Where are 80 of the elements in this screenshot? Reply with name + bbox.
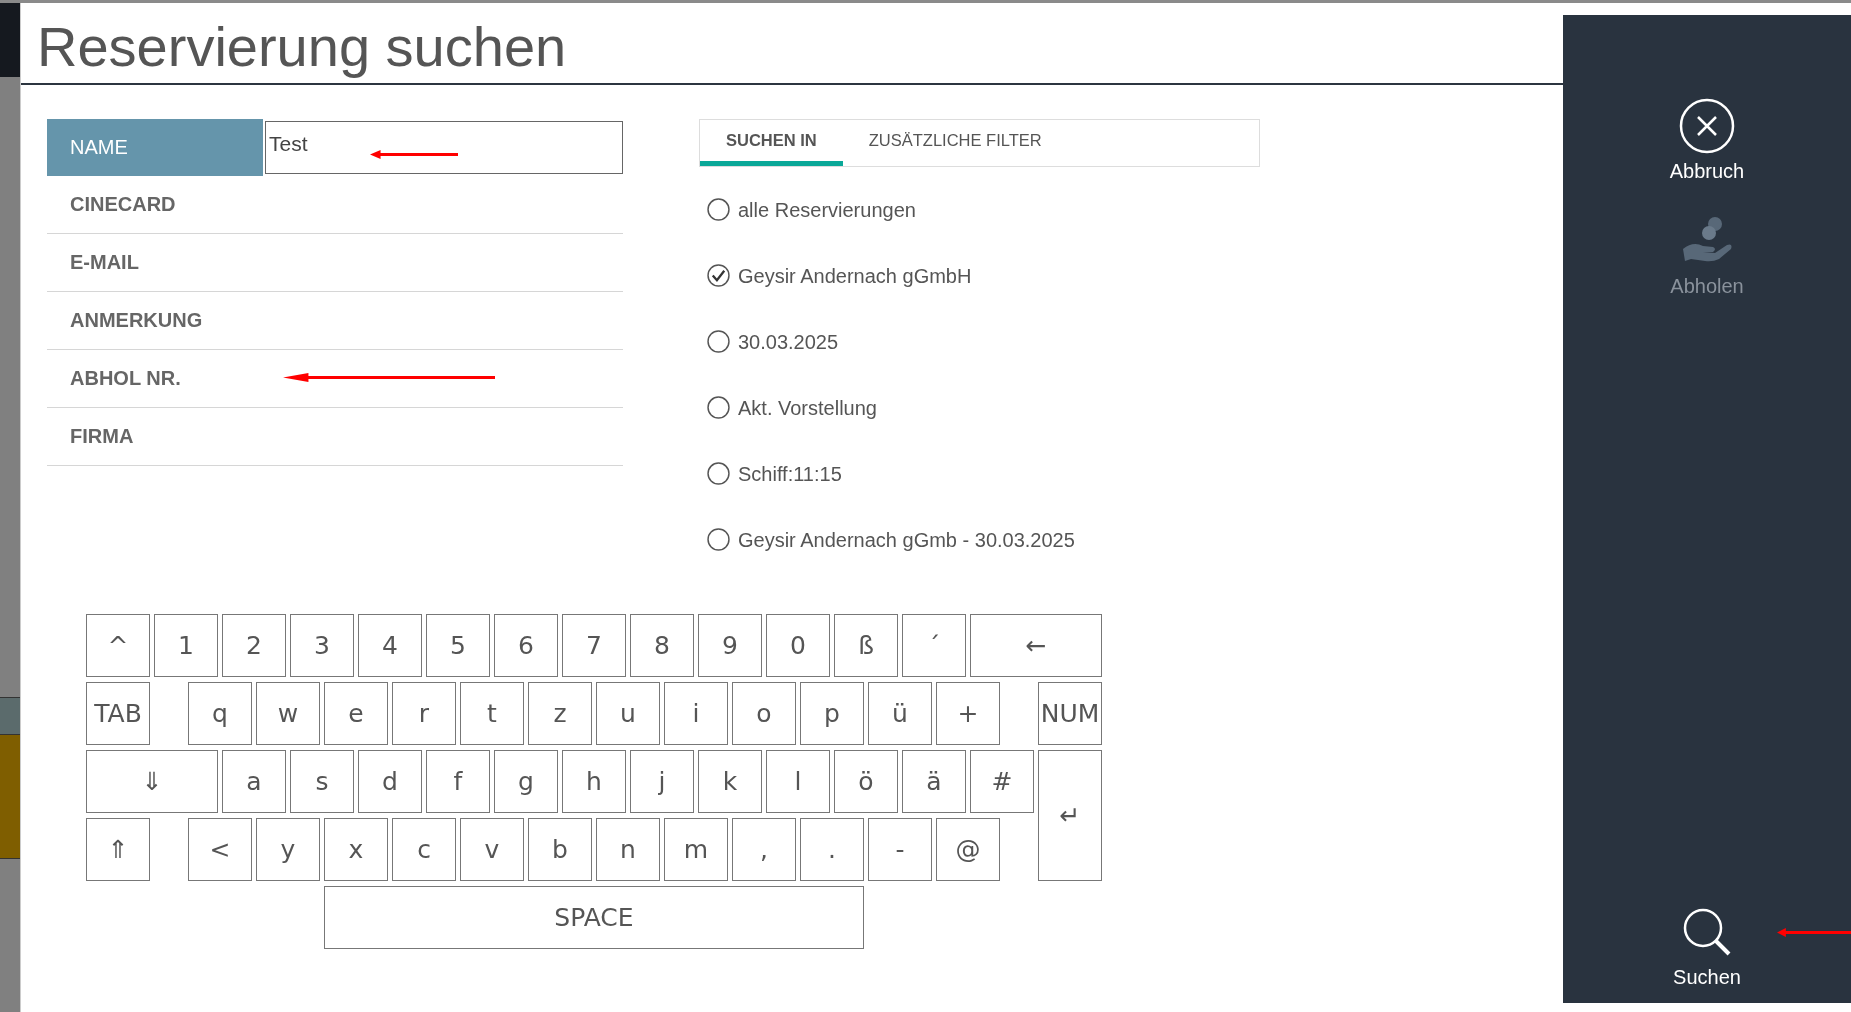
keyboard-key[interactable]: c xyxy=(392,818,456,882)
keyboard-key[interactable]: v xyxy=(460,818,524,882)
field-tab[interactable]: CINECARD xyxy=(47,176,263,234)
option-label: alle Reservierungen xyxy=(738,198,916,221)
field-tab[interactable]: ANMERKUNG xyxy=(47,292,263,350)
radio-icon[interactable] xyxy=(707,528,730,552)
field-tab[interactable]: ABHOL NR. xyxy=(47,350,263,408)
keyboard-key[interactable]: ↵ xyxy=(1038,750,1102,882)
option-label: Geysir Andernach gGmbH xyxy=(738,264,972,287)
keyboard-key[interactable]: z xyxy=(528,682,592,746)
keyboard-key[interactable]: 4 xyxy=(358,614,422,678)
keyboard-key[interactable]: SPACE xyxy=(324,886,864,950)
checked-radio-icon[interactable] xyxy=(707,264,730,288)
keyboard-key[interactable]: TAB xyxy=(86,682,150,746)
keyboard-key[interactable]: h xyxy=(562,750,626,814)
keyboard-key[interactable]: ← xyxy=(970,614,1102,678)
keyboard-key[interactable]: 5 xyxy=(426,614,490,678)
keyboard-key[interactable]: x xyxy=(324,818,388,882)
keyboard-key[interactable]: 1 xyxy=(154,614,218,678)
keyboard-key[interactable]: k xyxy=(698,750,762,814)
keyboard-key[interactable]: j xyxy=(630,750,694,814)
keyboard-key[interactable]: ^ xyxy=(86,614,150,678)
filter-tab[interactable]: ZUSÄTZLICHE FILTER xyxy=(842,120,1068,167)
keyboard-key[interactable]: f xyxy=(426,750,490,814)
dialog-title: Reservierung suchen xyxy=(21,3,1563,86)
keyboard-key[interactable]: 8 xyxy=(630,614,694,678)
keyboard-key[interactable]: ⇑ xyxy=(86,818,150,882)
keyboard-key[interactable]: ä xyxy=(902,750,966,814)
keyboard-key[interactable]: @ xyxy=(936,818,1000,882)
keyboard-key[interactable]: b xyxy=(528,818,592,882)
sidebar-button[interactable]: Suchen xyxy=(1673,904,1741,989)
radio-icon[interactable] xyxy=(707,198,730,222)
keyboard-key[interactable]: 3 xyxy=(290,614,354,678)
name-input-field[interactable]: Test xyxy=(265,121,623,175)
keyboard-key[interactable]: n xyxy=(596,818,660,882)
sidebar-button[interactable]: Abbruch xyxy=(1669,98,1745,183)
keyboard-key[interactable]: u xyxy=(596,682,660,746)
keyboard-key[interactable]: NUM xyxy=(1038,682,1102,746)
keyboard-key[interactable]: l xyxy=(766,750,830,814)
keyboard-key[interactable]: 6 xyxy=(494,614,558,678)
keyboard-key[interactable]: q xyxy=(188,682,252,746)
option-label: 30.03.2025 xyxy=(738,330,839,353)
filter-tab[interactable]: SUCHEN IN xyxy=(700,120,843,167)
keyboard-key[interactable]: , xyxy=(732,818,796,882)
keyboard-key[interactable]: w xyxy=(256,682,320,746)
radio-icon[interactable] xyxy=(707,330,730,354)
keyboard-key[interactable]: ß xyxy=(834,614,898,678)
close-icon xyxy=(1679,98,1735,154)
keyboard-key[interactable]: p xyxy=(800,682,864,746)
keyboard-key[interactable]: # xyxy=(970,750,1034,814)
keyboard-key[interactable]: i xyxy=(664,682,728,746)
keyboard-key[interactable]: m xyxy=(664,818,728,882)
keyboard-key[interactable]: ö xyxy=(834,750,898,814)
keyboard-key[interactable]: t xyxy=(460,682,524,746)
keyboard-key[interactable]: ⇓ xyxy=(86,750,218,814)
option-label: Akt. Vorstellung xyxy=(738,396,877,419)
field-tab[interactable]: E-MAIL xyxy=(47,234,263,292)
keyboard-key[interactable]: 0 xyxy=(766,614,830,678)
radio-icon[interactable] xyxy=(707,396,730,420)
keyboard-key[interactable]: d xyxy=(358,750,422,814)
keyboard-key[interactable]: - xyxy=(868,818,932,882)
keyboard-key[interactable]: . xyxy=(800,818,864,882)
option-label: Geysir Andernach gGmb - 30.03.2025 xyxy=(738,528,1075,551)
keyboard-key[interactable]: g xyxy=(494,750,558,814)
option-label: Schiff:11:15 xyxy=(738,462,842,485)
keyboard-key[interactable]: < xyxy=(188,818,252,882)
keyboard-key[interactable]: e xyxy=(324,682,388,746)
radio-icon[interactable] xyxy=(707,462,730,486)
keyboard-key[interactable]: ´ xyxy=(902,614,966,678)
keyboard-key[interactable]: ü xyxy=(868,682,932,746)
keyboard-key[interactable]: r xyxy=(392,682,456,746)
keyboard-key[interactable]: 2 xyxy=(222,614,286,678)
keyboard-key[interactable]: s xyxy=(290,750,354,814)
keyboard-key[interactable]: 7 xyxy=(562,614,626,678)
keyboard-key[interactable]: o xyxy=(732,682,796,746)
keyboard-key[interactable]: y xyxy=(256,818,320,882)
keyboard-key[interactable]: + xyxy=(936,682,1000,746)
keyboard-key[interactable]: a xyxy=(222,750,286,814)
keyboard-key[interactable]: 9 xyxy=(698,614,762,678)
field-tab[interactable]: FIRMA xyxy=(47,408,263,466)
